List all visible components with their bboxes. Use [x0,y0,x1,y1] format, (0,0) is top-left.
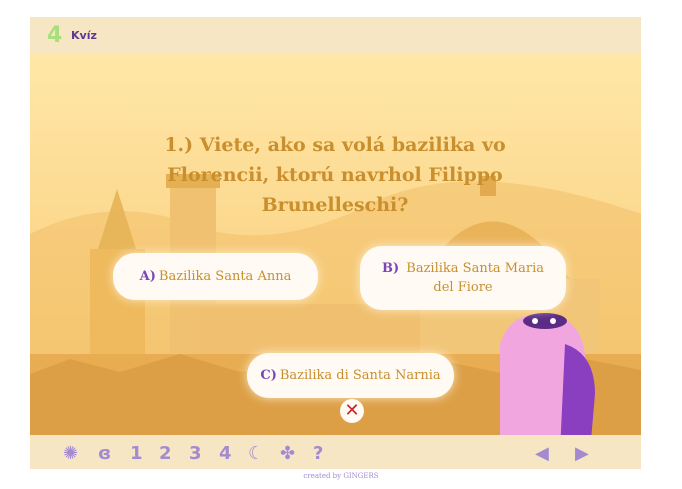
help-icon[interactable]: ? [313,443,323,464]
bottom-navigation: ✺ ɞ 1 2 3 4 ☾ ✤ ? ◀ ▶ [30,435,641,469]
clover-icon[interactable]: ✤ [280,443,295,464]
page-title: Kvíz [71,29,97,42]
answer-option-b[interactable]: B) Bazilika Santa Maria del Fiore [360,246,566,310]
sun-icon[interactable]: ✺ [63,443,78,464]
nav-item-2[interactable]: 2 [159,443,172,464]
answer-option-c[interactable]: C) Bazilika di Santa Narnia [247,353,454,398]
close-icon[interactable]: ✕ [340,399,364,423]
nav-item-4[interactable]: 4 [219,443,232,464]
moon-icon[interactable]: ☾ [248,443,264,464]
nav-item-1[interactable]: 1 [130,443,143,464]
question-text: 1.) Viete, ako sa volá bazilika vo Flore… [164,134,506,216]
next-arrow-icon[interactable]: ▶ [575,443,589,464]
previous-arrow-icon[interactable]: ◀ [535,443,549,464]
mask-icon[interactable]: ɞ [98,443,111,464]
answer-option-a[interactable]: A) Bazilika Santa Anna [113,253,318,300]
quiz-scene: 1.) Viete, ako sa volá bazilika vo Flore… [30,54,641,452]
answer-letter: A) [139,269,156,284]
answer-letter: B) [382,261,400,276]
answer-label: Bazilika di Santa Narnia [279,368,441,383]
section-number: 4 [47,23,63,48]
credit-text: created by GINGERS [303,472,379,480]
quiz-app: 4 Kvíz 1.) Viete, ako sa volá bazilika v… [30,17,641,472]
answer-letter: C) [260,368,277,383]
answer-label: Bazilika Santa Anna [158,269,292,284]
nav-item-3[interactable]: 3 [189,443,202,464]
answer-label: Bazilika Santa Maria del Fiore [406,261,544,295]
header-bar: 4 Kvíz [30,17,641,54]
